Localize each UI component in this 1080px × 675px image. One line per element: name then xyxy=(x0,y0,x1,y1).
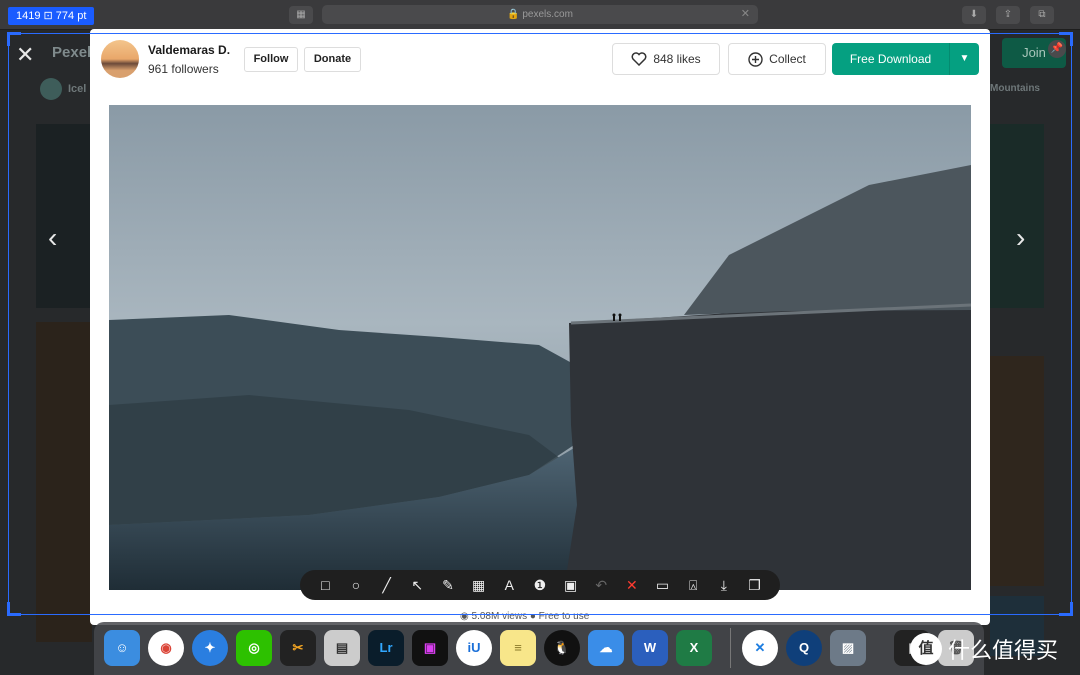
donate-button[interactable]: Donate xyxy=(304,47,361,72)
xmind-icon[interactable]: ✕ xyxy=(742,630,778,666)
annotation-toolbar: □ ○ ╱ ↖ ✎ ▦ A ❶ ▣ ↶ ✕ ▭ ⍓ ⤓ ❐ xyxy=(300,570,780,600)
free-download-label: Free Download xyxy=(849,52,932,66)
arrow-tool-icon[interactable]: ↖ xyxy=(407,577,427,594)
rectangle-tool-icon[interactable]: □ xyxy=(315,577,335,593)
dock-separator xyxy=(730,628,731,668)
photo-stats: ◉ 5.08M views ● Free to use xyxy=(460,611,590,622)
line-tool-icon[interactable]: ╱ xyxy=(377,577,397,594)
downloads-icon[interactable]: ⬇ xyxy=(962,6,986,24)
bg-author-avatar xyxy=(40,78,62,100)
bg-thumbnail xyxy=(36,124,92,308)
cloud-drive-icon[interactable]: ☁ xyxy=(588,630,624,666)
collect-label: Collect xyxy=(769,52,806,66)
site-watermark: 值 什么值得买 xyxy=(910,633,1058,665)
author-followers: 961 followers xyxy=(148,62,219,76)
mosaic-tool-icon[interactable]: ▦ xyxy=(469,577,489,594)
heart-icon xyxy=(631,52,647,66)
selection-dimensions-label: 1419 ⊡ 774 pt xyxy=(8,7,95,25)
save-icon[interactable]: ⤓ xyxy=(714,577,734,594)
iu-app-icon[interactable]: iU xyxy=(456,630,492,666)
lightroom-icon[interactable]: Lr xyxy=(368,630,404,666)
tabs-icon[interactable]: ▦ xyxy=(289,6,313,24)
ellipse-tool-icon[interactable]: ○ xyxy=(346,577,366,593)
safari-icon[interactable]: ✦ xyxy=(192,630,228,666)
cancel-icon[interactable]: ✕ xyxy=(622,577,642,594)
next-arrow-icon[interactable]: › xyxy=(1016,224,1025,252)
share-icon[interactable]: ⇪ xyxy=(996,6,1020,24)
copy-icon[interactable]: ❐ xyxy=(745,577,765,594)
url-text: 🔒 pexels.com xyxy=(507,9,573,20)
fjord-cliff-photo xyxy=(109,105,971,590)
plus-circle-icon xyxy=(748,51,763,67)
screen-recorder-icon[interactable]: ▣ xyxy=(412,630,448,666)
watermark-badge: 值 xyxy=(910,633,942,665)
bg-thumbnail xyxy=(990,124,1044,308)
browser-toolbar: 1419 ⊡ 774 pt ▦ 🔒 pexels.com ✕ ⬇ ⇪ ⧉ xyxy=(0,0,1080,30)
final-cut-icon[interactable]: ✂ xyxy=(280,630,316,666)
bg-thumbnail xyxy=(36,322,92,642)
wechat-icon[interactable]: ◎ xyxy=(236,630,272,666)
window-icon[interactable]: ▭ xyxy=(653,577,673,594)
word-icon[interactable]: W xyxy=(632,630,668,666)
follow-button[interactable]: Follow xyxy=(244,47,298,72)
bg-author-name: Icel xyxy=(68,83,87,95)
pencil-tool-icon[interactable]: ✎ xyxy=(438,577,458,594)
previous-arrow-icon[interactable]: ‹ xyxy=(48,224,57,252)
watermark-text: 什么值得买 xyxy=(948,639,1059,664)
qq-icon[interactable]: 🐧 xyxy=(544,630,580,666)
bg-tag: Mountains xyxy=(990,83,1040,94)
likes-label: 848 likes xyxy=(653,52,701,66)
close-icon[interactable]: ✕ xyxy=(16,42,34,68)
chevron-down-icon[interactable]: ▼ xyxy=(950,43,979,75)
text-tool-icon[interactable]: A xyxy=(499,577,519,593)
collect-button[interactable]: Collect xyxy=(728,43,826,75)
preview-icon[interactable]: ▤ xyxy=(324,630,360,666)
chrome-icon[interactable]: ◉ xyxy=(148,630,184,666)
quicktime-icon[interactable]: Q xyxy=(786,630,822,666)
notes-icon[interactable]: ≡ xyxy=(500,630,536,666)
highlight-tool-icon[interactable]: ▣ xyxy=(561,577,581,594)
tab-overview-icon[interactable]: ⧉ xyxy=(1030,6,1054,24)
undo-icon[interactable]: ↶ xyxy=(591,577,611,594)
likes-button[interactable]: 848 likes xyxy=(612,43,720,75)
macos-dock: ☺ ◉ ✦ ◎ ✂ ▤ Lr ▣ iU ≡ 🐧 ☁ W X ✕ Q ▨ ▮ 🗑 xyxy=(94,622,984,675)
url-bar[interactable]: 🔒 pexels.com ✕ xyxy=(322,5,758,24)
excel-icon[interactable]: X xyxy=(676,630,712,666)
author-avatar[interactable] xyxy=(101,40,139,78)
finder-icon[interactable]: ☺ xyxy=(104,630,140,666)
bg-thumbnail xyxy=(990,356,1044,586)
photo-modal: Valdemaras D. 961 followers Follow Donat… xyxy=(90,29,990,625)
free-download-button[interactable]: Free Download ▼ xyxy=(832,43,979,75)
photo-image xyxy=(109,105,971,590)
photos-viewer-icon[interactable]: ▨ xyxy=(830,630,866,666)
author-name[interactable]: Valdemaras D. xyxy=(148,43,230,57)
pin-icon[interactable]: 📌 xyxy=(1048,40,1066,58)
clear-url-icon[interactable]: ✕ xyxy=(741,5,750,24)
pin-to-screen-icon[interactable]: ⍓ xyxy=(683,577,703,594)
number-tool-icon[interactable]: ❶ xyxy=(530,577,550,594)
